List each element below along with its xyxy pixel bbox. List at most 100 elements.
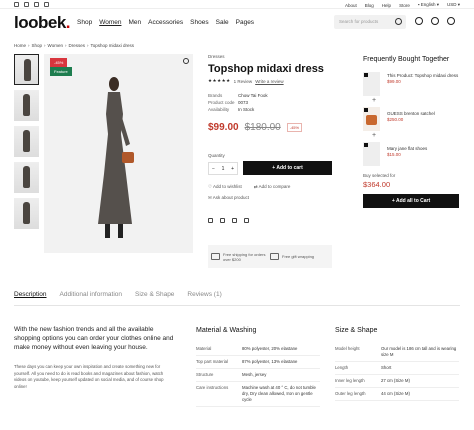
truck-icon (211, 253, 220, 260)
pinterest-icon[interactable] (232, 218, 237, 223)
zoom-icon[interactable] (183, 58, 189, 64)
decrease-button[interactable]: − (212, 166, 215, 172)
tab-divider (14, 305, 460, 306)
thumbnail[interactable] (14, 54, 39, 85)
fbt-item-name[interactable]: Mary jane flat shoes (387, 146, 427, 151)
breadcrumb-dresses[interactable]: Dresses (68, 43, 85, 48)
gift-wrap-info: Free gift wrapping (270, 253, 329, 260)
review-count[interactable]: 1 Review (234, 79, 253, 84)
feature-badge: Feature (50, 67, 72, 76)
fbt-item-name[interactable]: GUESS brenton satchel (387, 111, 435, 116)
table-row: Outer leg length 44 cm (Size M) (335, 388, 459, 401)
product-tabs: Description Additional information Size … (14, 291, 222, 298)
plus-icon: + (372, 97, 377, 104)
nav-accessories[interactable]: Accessories (148, 19, 183, 26)
size-title: Size & Shape (335, 327, 378, 334)
thumbnail[interactable] (14, 162, 39, 193)
spec-row: Product code 0073 (208, 100, 249, 105)
twitter-icon[interactable] (34, 2, 39, 7)
cart-icon[interactable] (447, 17, 455, 25)
pinterest-icon[interactable] (24, 2, 29, 7)
site-logo[interactable]: loobek. (14, 13, 71, 33)
table-row: Length Short (335, 362, 459, 375)
description-lead: With the new fashion trends and all the … (14, 326, 174, 351)
top-links: About Blog Help Store ▪ English ▾ USD ▾ (345, 2, 460, 8)
language-select[interactable]: ▪ English ▾ (418, 2, 439, 8)
nav-sale[interactable]: Sale (216, 19, 229, 26)
fbt-item-image[interactable] (363, 107, 380, 131)
wishlist-icon[interactable] (431, 17, 439, 25)
share-links (208, 218, 249, 223)
header-icons (415, 17, 455, 25)
search-icon[interactable] (395, 18, 402, 25)
top-link-blog[interactable]: Blog (365, 3, 374, 8)
gift-icon (270, 253, 279, 260)
account-icon[interactable] (415, 17, 423, 25)
product-rating: ★★★★★ 1 Review Write a review (208, 78, 284, 84)
facebook-icon[interactable] (44, 2, 49, 7)
checkbox[interactable] (364, 108, 368, 112)
add-to-compare-link[interactable]: ⇄ Add to compare (254, 184, 291, 190)
plus-icon: + (372, 132, 377, 139)
nav-shop[interactable]: Shop (77, 19, 92, 26)
quantity-label: Quantity (208, 153, 225, 158)
fbt-item-image[interactable] (363, 72, 380, 96)
search-input[interactable]: Search for products (334, 15, 406, 29)
fbt-item-image[interactable] (363, 142, 380, 166)
breadcrumb-shop[interactable]: Shop (32, 43, 43, 48)
breadcrumb: Home › Shop › Women › Dresses › Topshop mida… (14, 43, 135, 48)
table-row: Material 80% polyester, 20% elastane (196, 343, 320, 356)
product-category[interactable]: Dresses (208, 54, 225, 59)
shipping-info: Free shipping for orders over $200 Free … (208, 245, 332, 268)
instagram-icon[interactable] (14, 2, 19, 7)
add-to-cart-button[interactable]: + Add to cart (243, 161, 332, 175)
top-link-about[interactable]: About (345, 3, 357, 8)
fbt-item: Mary jane flat shoes $15.00 (363, 142, 463, 166)
increase-button[interactable]: + (231, 166, 234, 172)
table-row: Top part material 87% polyester, 13% elas… (196, 356, 320, 369)
nav-pages[interactable]: Pages (236, 19, 254, 26)
spec-row: Brands Chow Tai Fook (208, 93, 268, 98)
bag-shape (366, 115, 377, 125)
add-all-to-cart-button[interactable]: + Add all to Cart (363, 194, 459, 208)
nav-shoes[interactable]: Shoes (190, 19, 208, 26)
ask-about-product-link[interactable]: ✉ Ask about product (208, 195, 249, 201)
facebook-icon[interactable] (208, 218, 213, 223)
quantity-stepper[interactable]: − 1 + (208, 162, 238, 175)
email-icon[interactable] (244, 218, 249, 223)
tab-additional-information[interactable]: Additional information (60, 291, 123, 298)
thumbnail[interactable] (14, 198, 39, 229)
quantity-value[interactable]: 1 (222, 166, 225, 172)
fbt-item-price: $99.00 (387, 79, 401, 84)
table-row: Model height Our model is 186 cm tall and… (335, 343, 459, 362)
tab-reviews[interactable]: Reviews (1) (187, 291, 221, 298)
fbt-item-price: $15.00 (387, 152, 401, 157)
breadcrumb-home[interactable]: Home (14, 43, 26, 48)
twitter-icon[interactable] (220, 218, 225, 223)
checkbox[interactable] (364, 73, 368, 77)
breadcrumb-women[interactable]: Women (48, 43, 63, 48)
discount-label: -45% (286, 123, 303, 132)
top-link-help[interactable]: Help (382, 3, 391, 8)
fbt-item: GUESS brenton satchel $250.00 (363, 107, 463, 131)
breadcrumb-current: Topshop midaxi dress (90, 43, 135, 48)
fbt-item-price: $250.00 (387, 117, 404, 122)
nav-women[interactable]: Women (99, 19, 121, 26)
main-nav: Shop Women Men Accessories Shoes Sale Pa… (77, 19, 254, 26)
nav-men[interactable]: Men (128, 19, 141, 26)
thumbnail[interactable] (14, 90, 39, 121)
product-actions: ♡ Add to wishlist ⇄ Add to compare (208, 184, 290, 190)
checkbox[interactable] (364, 143, 368, 147)
size-table: Model height Our model is 186 cm tall and… (335, 343, 459, 401)
add-to-wishlist-link[interactable]: ♡ Add to wishlist (208, 184, 242, 190)
main-product-image[interactable]: -45% Feature (44, 54, 193, 253)
fbt-item-name[interactable]: This Product: Topshop midaxi dress (387, 73, 458, 78)
tab-size-shape[interactable]: Size & Shape (135, 291, 174, 298)
tab-description[interactable]: Description (14, 291, 47, 298)
write-review-link[interactable]: Write a review (255, 79, 283, 84)
top-link-store[interactable]: Store (399, 3, 410, 8)
material-table: Material 80% polyester, 20% elastane Top … (196, 343, 320, 407)
currency-select[interactable]: USD ▾ (447, 2, 460, 8)
thumbnail[interactable] (14, 126, 39, 157)
product-specs: Brands Chow Tai Fook Product code 0073 Ava… (208, 93, 268, 114)
